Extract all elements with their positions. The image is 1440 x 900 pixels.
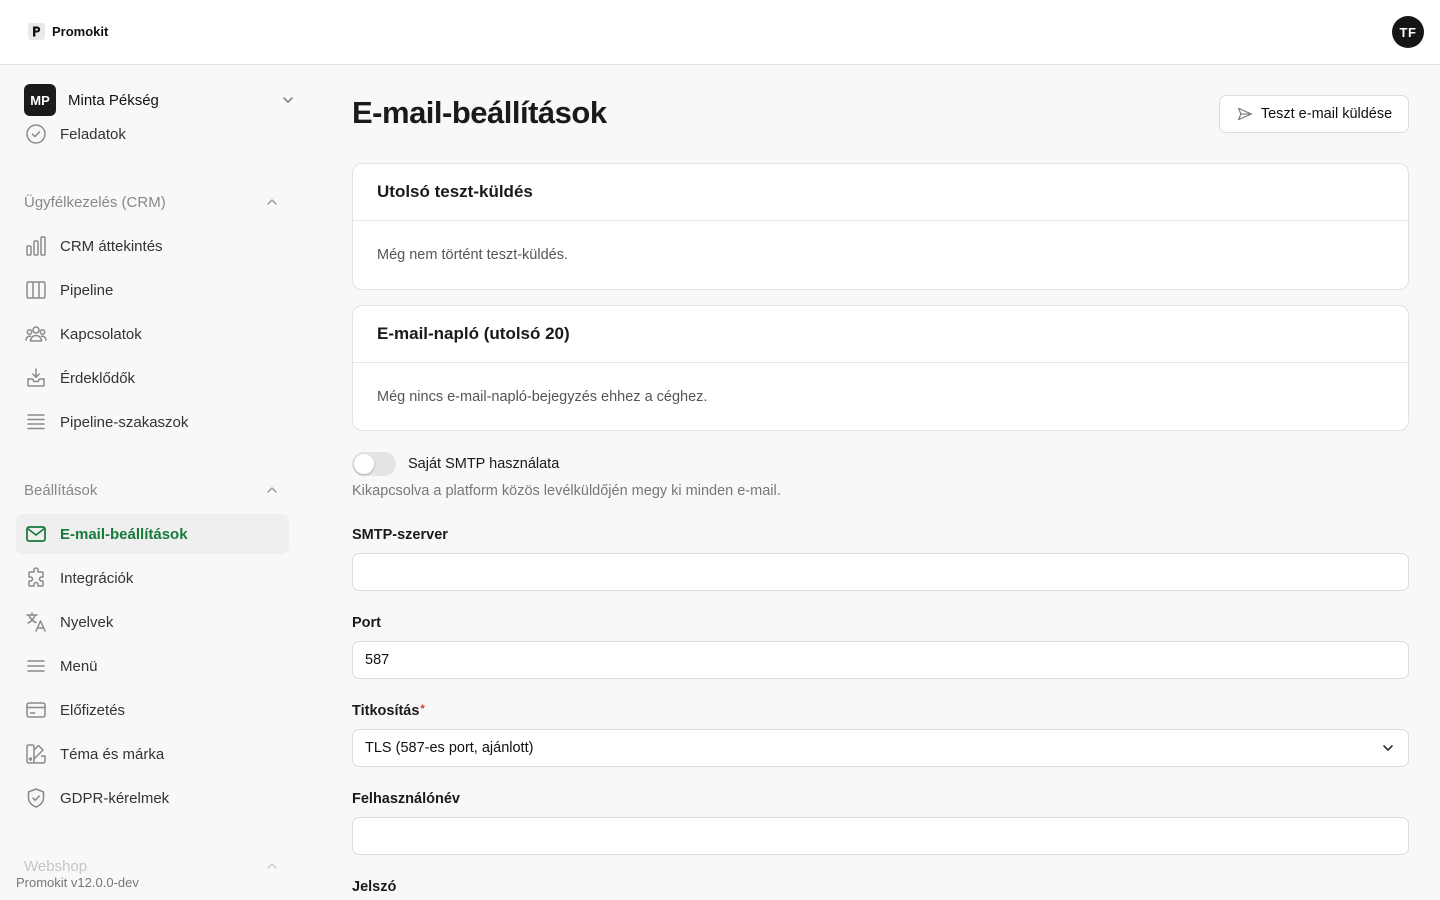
sidebar-item-crm-overview[interactable]: CRM áttekintés (16, 226, 289, 266)
encryption-select-value: TLS (587-es port, ajánlott) (365, 740, 534, 756)
users-icon (25, 326, 47, 342)
sidebar-item-feladatok[interactable]: Feladatok (16, 114, 289, 154)
sidebar-item-subscription[interactable]: Előfizetés (16, 690, 289, 730)
smtp-toggle-label: Saját SMTP használata (408, 456, 560, 472)
sidebar-item-pipeline[interactable]: Pipeline (16, 270, 289, 310)
section-title: Webshop (24, 857, 88, 875)
sidebar-item-label: Integrációk (60, 569, 134, 587)
palette-icon (26, 744, 46, 764)
company-name: Minta Pékség (68, 91, 159, 109)
columns-icon (26, 281, 46, 299)
smtp-toggle[interactable] (352, 452, 396, 476)
encryption-label: Titkosítás* (352, 703, 425, 719)
promokit-logo-icon (28, 23, 45, 40)
sidebar-item-integrations[interactable]: Integrációk (16, 558, 289, 598)
smtp-server-label: SMTP-szerver (352, 527, 448, 543)
sidebar-item-label: Pipeline-szakaszok (60, 413, 189, 431)
username-label: Felhasználónév (352, 791, 460, 807)
chevron-down-icon (283, 97, 293, 103)
card-empty-text: Még nem történt teszt-küldés. (377, 247, 568, 263)
sidebar-item-label: Menü (60, 657, 98, 675)
sidebar-item-label: Pipeline (60, 281, 114, 299)
company-badge: MP (24, 84, 56, 116)
section-settings-header[interactable]: Beállítások (24, 478, 280, 502)
top-bar: Promokit TF (0, 0, 1440, 65)
list-icon (27, 414, 45, 430)
sidebar-item-label: E-mail-beállítások (60, 525, 188, 543)
inbox-icon (27, 368, 45, 387)
send-test-email-label: Teszt e-mail küldése (1260, 106, 1393, 122)
card-title: E-mail-napló (utolsó 20) (353, 306, 1408, 363)
sidebar-item-email-settings[interactable]: E-mail-beállítások (16, 514, 289, 554)
chevron-down-icon (1383, 745, 1393, 751)
chevron-up-icon (267, 487, 277, 493)
page-title: E-mail-beállítások (352, 95, 607, 130)
section-title: Beállítások (24, 481, 98, 499)
smtp-server-input[interactable] (352, 553, 1409, 591)
sidebar-item-label: Előfizetés (60, 701, 126, 719)
sidebar-item-pipeline-stages[interactable]: Pipeline-szakaszok (16, 402, 289, 442)
credit-card-icon (26, 702, 46, 718)
sidebar-item-label: Feladatok (60, 125, 126, 143)
smtp-hint: Kikapcsolva a platform közös levélküldőj… (352, 483, 781, 499)
send-icon (1237, 107, 1252, 121)
section-crm-header[interactable]: Ügyfélkezelés (CRM) (24, 190, 280, 214)
card-title: Utolsó teszt-küldés (353, 164, 1408, 221)
sidebar-item-label: Téma és márka (60, 745, 165, 763)
email-log-card: E-mail-napló (utolsó 20) Még nincs e-mai… (352, 305, 1409, 431)
last-test-card: Utolsó teszt-küldés Még nem történt tesz… (352, 163, 1409, 290)
sidebar-item-contacts[interactable]: Kapcsolatok (16, 314, 289, 354)
required-mark: * (420, 703, 425, 715)
company-switcher[interactable]: MP Minta Pékség (24, 84, 296, 116)
bar-chart-icon (26, 236, 46, 256)
puzzle-icon (28, 567, 44, 587)
sidebar-item-label: GDPR-kérelmek (60, 789, 170, 807)
brand[interactable]: Promokit (28, 23, 108, 40)
encryption-select[interactable]: TLS (587-es port, ajánlott) (352, 729, 1409, 767)
encryption-label-text: Titkosítás (352, 703, 420, 719)
menu-icon (27, 660, 45, 672)
send-test-email-button[interactable]: Teszt e-mail küldése (1219, 95, 1409, 133)
sidebar-item-leads[interactable]: Érdeklődők (16, 358, 289, 398)
user-avatar[interactable]: TF (1392, 16, 1424, 48)
sidebar-item-label: CRM áttekintés (60, 237, 163, 255)
sidebar-item-label: Érdeklődők (60, 369, 136, 387)
password-label: Jelszó (352, 879, 397, 895)
sidebar-item-menu[interactable]: Menü (16, 646, 289, 686)
chevron-up-icon (267, 199, 277, 205)
app-version: Promokit v12.0.0-dev (16, 875, 145, 890)
section-title: Ügyfélkezelés (CRM) (24, 193, 166, 211)
sidebar-item-theme-brand[interactable]: Téma és márka (16, 734, 289, 774)
check-circle-icon (26, 124, 46, 144)
sidebar-item-gdpr[interactable]: GDPR-kérelmek (16, 778, 289, 818)
shield-check-icon (27, 788, 45, 808)
port-label: Port (352, 615, 381, 631)
translate-icon (26, 612, 46, 632)
sidebar-item-label: Nyelvek (60, 613, 114, 631)
mail-icon (26, 526, 46, 542)
sidebar-item-languages[interactable]: Nyelvek (16, 602, 289, 642)
port-input[interactable]: 587 (352, 641, 1409, 679)
smtp-toggle-row: Saját SMTP használata (352, 452, 559, 476)
sidebar-item-label: Kapcsolatok (60, 325, 142, 343)
card-empty-text: Még nincs e-mail-napló-bejegyzés ehhez a… (377, 388, 708, 405)
username-input[interactable] (352, 817, 1409, 855)
chevron-up-icon (267, 863, 277, 869)
sidebar: MP Minta Pékség Feladatok Ügyfélkezelés … (0, 65, 305, 900)
brand-name: Promokit (52, 24, 109, 39)
